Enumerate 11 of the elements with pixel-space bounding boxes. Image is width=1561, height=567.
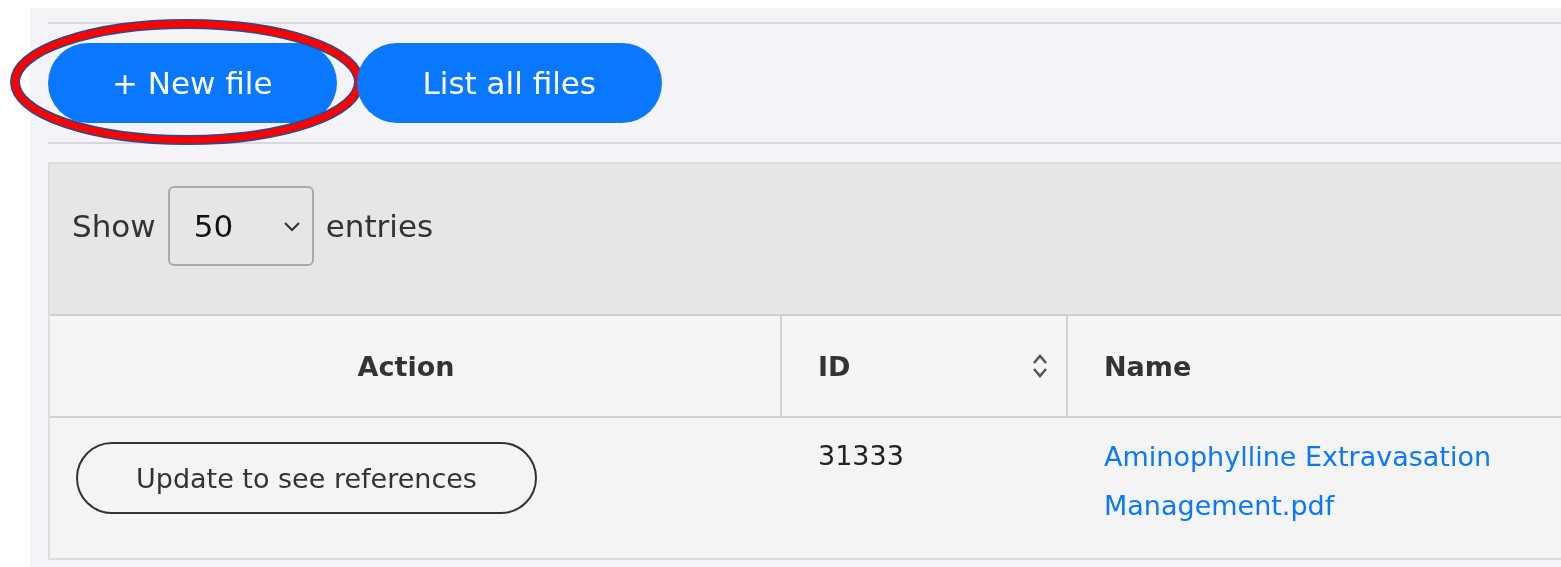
column-header[interactable]: ID <box>782 314 1068 418</box>
table-cell: 31333 <box>782 418 1068 558</box>
show-label: Show <box>72 208 156 244</box>
entries-label: entries <box>325 208 434 244</box>
update-references-button[interactable]: Update to see references <box>76 442 537 514</box>
toolbar-button[interactable]: List all files <box>356 43 662 123</box>
entries-select[interactable]: 50 <box>167 186 314 266</box>
chevron-down-icon <box>281 220 302 232</box>
column-header: Action <box>50 314 782 418</box>
column-header: Name <box>1068 314 1561 418</box>
toolbar-button[interactable]: + New file <box>48 43 337 123</box>
